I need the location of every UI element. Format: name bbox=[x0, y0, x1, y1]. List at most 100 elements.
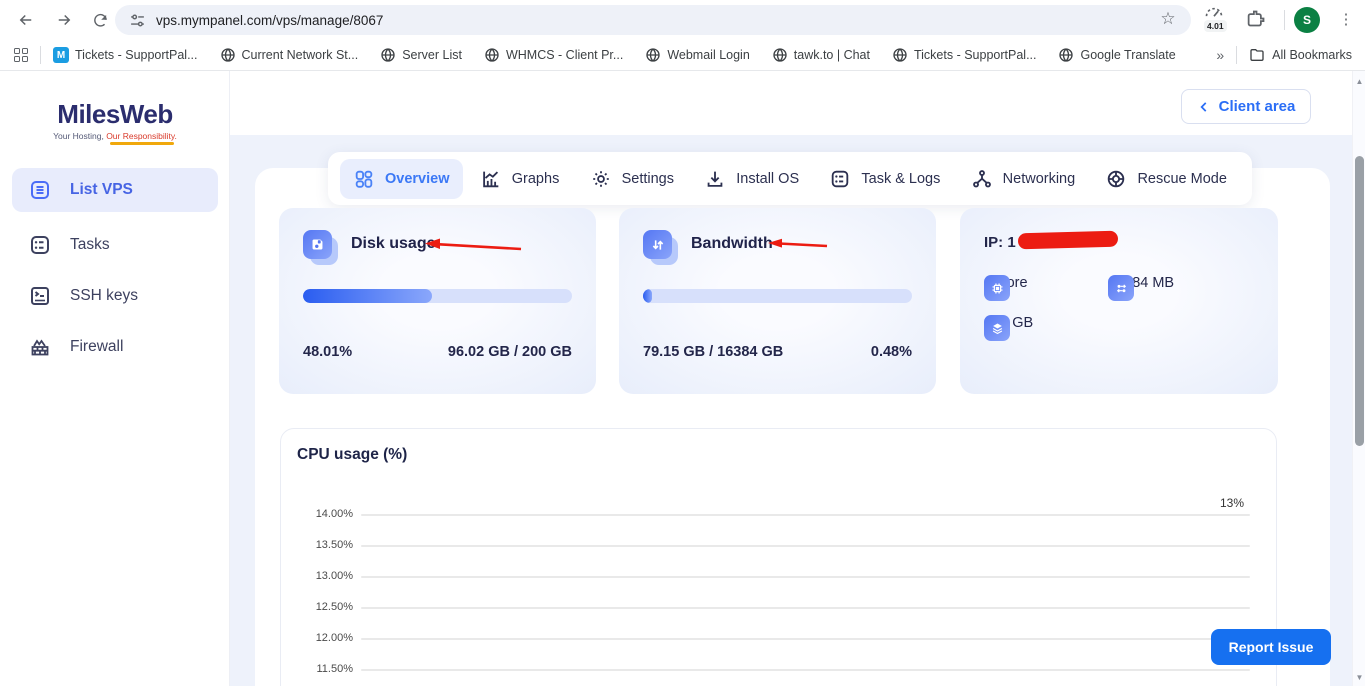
bookmarks-divider bbox=[40, 46, 41, 64]
y-tick-label: 12.50% bbox=[311, 601, 353, 613]
reload-icon[interactable] bbox=[88, 8, 112, 32]
all-bookmarks-button[interactable]: All Bookmarks bbox=[1249, 47, 1352, 63]
sidebar-item-list-vps[interactable]: List VPS bbox=[12, 168, 218, 212]
y-tick-label: 12.00% bbox=[311, 632, 353, 644]
chart-grid-row: 11.50% bbox=[281, 669, 1276, 681]
chevron-left-icon bbox=[1197, 100, 1211, 114]
task-logs-icon bbox=[829, 168, 851, 190]
graphs-icon bbox=[480, 168, 502, 190]
globe-favicon bbox=[1058, 47, 1074, 63]
bookmark-item[interactable]: Server List bbox=[380, 47, 462, 63]
sidebar-item-label: List VPS bbox=[70, 181, 133, 199]
bookmark-label: Server List bbox=[402, 48, 462, 62]
chart-grid-row: 13.00% bbox=[281, 576, 1276, 588]
bookmark-item[interactable]: Webmail Login bbox=[645, 47, 749, 63]
chart-grid-row: 14.00% bbox=[281, 514, 1276, 526]
tab-label: Networking bbox=[1003, 171, 1076, 187]
tasks-icon bbox=[28, 233, 52, 257]
client-area-label: Client area bbox=[1219, 98, 1296, 115]
sidebar-item-label: Tasks bbox=[70, 236, 110, 254]
bookmarks-divider bbox=[1236, 46, 1237, 64]
gridline bbox=[361, 545, 1250, 547]
profile-avatar[interactable]: S bbox=[1294, 7, 1320, 33]
bookmark-label: Tickets - SupportPal... bbox=[75, 48, 198, 62]
sidebar-item-ssh-keys[interactable]: SSH keys bbox=[12, 274, 218, 318]
browser-toolbar: vps.mympanel.com/vps/manage/8067 ☆ 4.01 … bbox=[0, 0, 1365, 40]
tab-bar: Overview Graphs Settings Install OS Task… bbox=[328, 152, 1252, 205]
disk-percent: 48.01% bbox=[303, 344, 352, 360]
download-icon bbox=[704, 168, 726, 190]
cpu-spec: 4 Core bbox=[984, 275, 1028, 291]
tab-networking[interactable]: Networking bbox=[958, 159, 1089, 199]
tab-label: Rescue Mode bbox=[1137, 171, 1226, 187]
storage-layers-icon bbox=[984, 315, 1010, 341]
bookmark-item[interactable]: M Tickets - SupportPal... bbox=[53, 47, 198, 63]
tab-label: Install OS bbox=[736, 171, 799, 187]
tab-label: Settings bbox=[622, 171, 674, 187]
bookmark-item[interactable]: Google Translate bbox=[1058, 47, 1175, 63]
disk-icon bbox=[303, 230, 332, 259]
gear-icon bbox=[590, 168, 612, 190]
page-scrollbar[interactable]: ▲ ▼ bbox=[1352, 71, 1365, 686]
sidebar-item-tasks[interactable]: Tasks bbox=[12, 223, 218, 267]
tab-overview[interactable]: Overview bbox=[340, 159, 463, 199]
chart-grid-row: 13.50% bbox=[281, 545, 1276, 557]
ip-label: IP: 1 bbox=[984, 234, 1016, 251]
sidebar-item-label: Firewall bbox=[70, 338, 123, 356]
tab-graphs[interactable]: Graphs bbox=[467, 159, 573, 199]
sidebar-item-firewall[interactable]: Firewall bbox=[12, 325, 218, 369]
all-bookmarks-label: All Bookmarks bbox=[1272, 48, 1352, 62]
globe-favicon bbox=[772, 47, 788, 63]
bookmark-star-icon[interactable]: ☆ bbox=[1156, 7, 1180, 31]
tab-install-os[interactable]: Install OS bbox=[691, 159, 812, 199]
client-area-button[interactable]: Client area bbox=[1181, 89, 1311, 124]
gridline bbox=[361, 607, 1250, 609]
overview-grid-icon bbox=[353, 168, 375, 190]
scroll-down-icon[interactable]: ▼ bbox=[1353, 673, 1365, 682]
gridline bbox=[361, 669, 1250, 671]
tab-label: Overview bbox=[385, 171, 450, 187]
scrollbar-thumb[interactable] bbox=[1355, 156, 1364, 446]
chart-title: CPU usage (%) bbox=[297, 446, 407, 464]
site-info-icon[interactable] bbox=[129, 12, 146, 29]
tab-settings[interactable]: Settings bbox=[577, 159, 687, 199]
tab-rescue-mode[interactable]: Rescue Mode bbox=[1092, 159, 1239, 199]
report-issue-button[interactable]: Report Issue bbox=[1211, 629, 1331, 665]
globe-favicon bbox=[645, 47, 661, 63]
bookmark-item[interactable]: Tickets - SupportPal... bbox=[892, 47, 1037, 63]
y-tick-label: 13.00% bbox=[311, 570, 353, 582]
toolbar-divider bbox=[1284, 10, 1285, 30]
address-bar[interactable]: vps.mympanel.com/vps/manage/8067 bbox=[115, 5, 1191, 35]
chart-grid-row: 12.50% bbox=[281, 607, 1276, 619]
bandwidth-percent: 0.48% bbox=[871, 344, 912, 360]
bookmark-item[interactable]: WHMCS - Client Pr... bbox=[484, 47, 623, 63]
cpu-chart-card: CPU usage (%) 13% 14.00% 13.50% 13.00% 1… bbox=[280, 428, 1277, 686]
bookmark-item[interactable]: tawk.to | Chat bbox=[772, 47, 870, 63]
tab-task-logs[interactable]: Task & Logs bbox=[816, 159, 953, 199]
brand-logo[interactable]: MilesWeb bbox=[0, 99, 230, 130]
forward-icon[interactable] bbox=[52, 8, 76, 32]
scroll-up-icon[interactable]: ▲ bbox=[1353, 77, 1365, 86]
brand-underline bbox=[110, 142, 174, 145]
more-bookmarks-icon[interactable]: » bbox=[1216, 47, 1224, 63]
cpu-chip-icon bbox=[984, 275, 1010, 301]
disk-usage-card: Disk usage 48.01% 96.02 GB / 200 GB bbox=[279, 208, 596, 394]
network-nodes-icon bbox=[971, 168, 993, 190]
chart-grid-row: 12.00% bbox=[281, 638, 1276, 650]
ip-redaction bbox=[1018, 231, 1118, 250]
globe-favicon bbox=[380, 47, 396, 63]
extensions-icon[interactable] bbox=[1246, 8, 1267, 29]
tab-label: Graphs bbox=[512, 171, 560, 187]
speed-extension-icon[interactable]: 4.01 bbox=[1204, 4, 1234, 36]
red-arrow-annotation bbox=[423, 238, 525, 252]
browser-menu-icon[interactable]: ⋮ bbox=[1334, 8, 1358, 32]
server-info-card: IP: 1 4 Core 16384 MB 200 GB bbox=[960, 208, 1278, 394]
brand-tagline: Your Hosting, Our Responsibility. bbox=[0, 131, 230, 141]
back-icon[interactable] bbox=[14, 8, 38, 32]
bandwidth-progress-fill bbox=[643, 289, 652, 303]
apps-grid-icon[interactable] bbox=[14, 48, 28, 62]
red-arrow-annotation bbox=[766, 238, 830, 250]
speed-extension-badge: 4.01 bbox=[1204, 20, 1227, 32]
bookmark-item[interactable]: Current Network St... bbox=[220, 47, 359, 63]
url-text[interactable]: vps.mympanel.com/vps/manage/8067 bbox=[156, 13, 383, 28]
